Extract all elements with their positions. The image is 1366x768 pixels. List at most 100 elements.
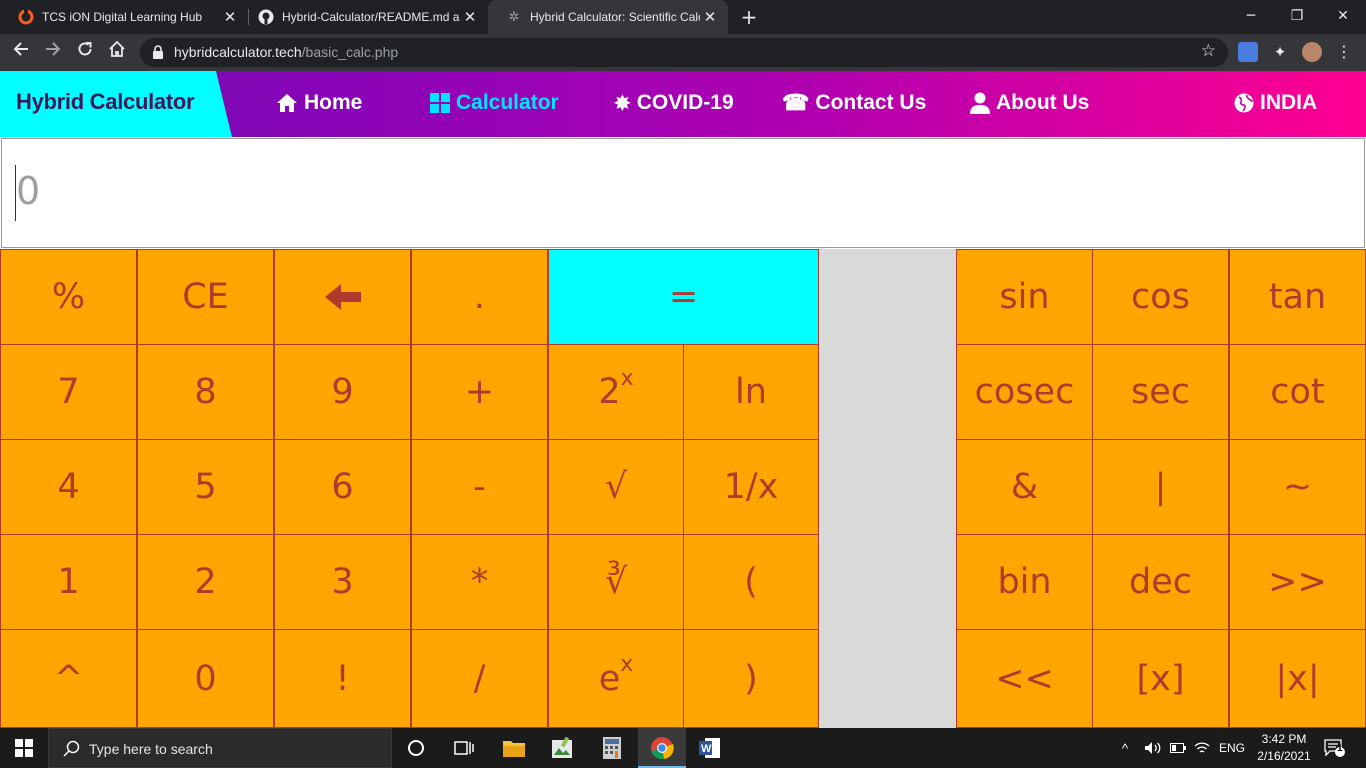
restore-button[interactable]: ❐ (1274, 0, 1320, 34)
taskbar-search-box[interactable]: Type here to search (48, 728, 392, 768)
close-tab-icon[interactable]: ✕ (700, 8, 720, 26)
nav-home[interactable]: Home (276, 89, 362, 117)
menu-kebab-icon[interactable]: ⋮ (1334, 42, 1354, 62)
key-9[interactable]: 9 (274, 344, 411, 440)
calculator-app-icon[interactable] (600, 736, 624, 760)
user-icon (970, 92, 990, 114)
start-button[interactable] (0, 728, 48, 768)
calculator-display[interactable]: 0 (1, 138, 1365, 248)
key-sec[interactable]: sec (1092, 344, 1229, 440)
google-translate-icon[interactable] (1238, 42, 1258, 62)
chrome-icon[interactable] (650, 736, 674, 760)
key-sin[interactable]: sin (956, 249, 1093, 345)
key-bitwise-and[interactable]: & (956, 439, 1093, 535)
key-ln[interactable]: ln (683, 344, 819, 440)
key-percent[interactable]: % (0, 249, 137, 345)
minimize-button[interactable]: ─ (1228, 0, 1274, 34)
task-view-icon[interactable] (452, 736, 476, 760)
key-0[interactable]: 0 (137, 629, 274, 728)
key-left-shift[interactable]: << (956, 629, 1093, 728)
key-minus[interactable]: - (411, 439, 548, 535)
key-decimal[interactable]: . (411, 249, 548, 345)
tab-hybrid-calculator[interactable]: ✲ Hybrid Calculator: Scientific Calcu ✕ (488, 0, 728, 34)
tray-overflow-icon[interactable]: ^ (1122, 728, 1128, 768)
nav-contact-us[interactable]: ☎ Contact Us (782, 89, 926, 117)
site-navbar: Hybrid Calculator Home Calculator ✸ COVI… (0, 71, 1366, 137)
key-power[interactable]: ^ (0, 629, 137, 728)
volume-icon[interactable] (1144, 728, 1162, 768)
tab-tcs-ion[interactable]: TCS iON Digital Learning Hub ✕ (0, 0, 248, 34)
cortana-icon[interactable] (404, 736, 428, 760)
key-cosec[interactable]: cosec (956, 344, 1093, 440)
back-button[interactable] (8, 40, 34, 66)
key-3[interactable]: 3 (274, 534, 411, 630)
key-clear-entry[interactable]: CE (137, 249, 274, 345)
forward-button[interactable] (40, 40, 66, 66)
close-window-button[interactable]: ✕ (1320, 0, 1366, 34)
brand-logo[interactable]: Hybrid Calculator (0, 71, 232, 137)
key-2[interactable]: 2 (137, 534, 274, 630)
new-tab-button[interactable]: + (738, 5, 760, 29)
key-square-root[interactable]: √ (548, 439, 684, 535)
nav-about-us[interactable]: About Us (970, 89, 1089, 117)
key-right-shift[interactable]: >> (1229, 534, 1366, 630)
key-5[interactable]: 5 (137, 439, 274, 535)
nav-india[interactable]: INDIA (1234, 89, 1317, 117)
url-path: /basic_calc.php (301, 44, 399, 60)
nav-calculator[interactable]: Calculator (430, 89, 559, 117)
reload-button[interactable] (72, 40, 98, 66)
key-1[interactable]: 1 (0, 534, 137, 630)
extensions-puzzle-icon[interactable]: ✦ (1270, 42, 1290, 62)
close-tab-icon[interactable]: ✕ (460, 8, 480, 26)
search-icon (63, 740, 80, 757)
profile-avatar[interactable] (1302, 42, 1322, 62)
bookmark-star-icon[interactable]: ☆ (1201, 41, 1216, 61)
key-dec[interactable]: dec (1092, 534, 1229, 630)
word-icon[interactable]: W (698, 736, 722, 760)
key-bitwise-or[interactable]: | (1092, 439, 1229, 535)
key-equals[interactable]: = (548, 249, 819, 345)
photo-editor-icon[interactable] (550, 736, 574, 760)
notification-center-icon[interactable]: 1 (1324, 728, 1346, 768)
key-open-paren[interactable]: ( (683, 534, 819, 630)
key-cot[interactable]: cot (1229, 344, 1366, 440)
file-explorer-icon[interactable] (502, 736, 526, 760)
language-indicator[interactable]: ENG (1219, 728, 1245, 768)
key-backspace[interactable] (274, 249, 411, 345)
key-exponent: x (620, 365, 634, 391)
key-multiply[interactable]: * (411, 534, 548, 630)
tab-github-readme[interactable]: Hybrid-Calculator/README.md a ✕ (240, 0, 488, 34)
address-bar[interactable]: hybridcalculator.tech/basic_calc.php ☆ (140, 38, 1228, 67)
url-domain: hybridcalculator.tech (174, 44, 302, 60)
battery-icon[interactable] (1170, 728, 1186, 768)
home-button[interactable] (104, 40, 130, 66)
close-tab-icon[interactable]: ✕ (220, 8, 240, 26)
key-divide[interactable]: / (411, 629, 548, 728)
key-reciprocal[interactable]: 1/x (683, 439, 819, 535)
key-two-power-x[interactable]: 2x (548, 344, 684, 440)
key-4[interactable]: 4 (0, 439, 137, 535)
key-cube-root[interactable]: ∛ (548, 534, 684, 630)
key-6[interactable]: 6 (274, 439, 411, 535)
key-plus[interactable]: + (411, 344, 548, 440)
key-bitwise-not[interactable]: ~ (1229, 439, 1366, 535)
key-7[interactable]: 7 (0, 344, 137, 440)
key-bin[interactable]: bin (956, 534, 1093, 630)
key-base: e (598, 658, 621, 699)
tab-title: Hybrid-Calculator/README.md a (282, 10, 460, 24)
key-floor[interactable]: [x] (1092, 629, 1229, 728)
key-e-power-x[interactable]: ex (548, 629, 684, 728)
key-close-paren[interactable]: ) (683, 629, 819, 728)
key-8[interactable]: 8 (137, 344, 274, 440)
key-cos[interactable]: cos (1092, 249, 1229, 345)
system-clock[interactable]: 3:42 PM 2/16/2021 (1246, 731, 1322, 765)
wifi-icon[interactable] (1194, 728, 1210, 768)
svg-text:W: W (701, 743, 712, 755)
nav-covid19[interactable]: ✸ COVID-19 (614, 89, 734, 117)
nav-label: COVID-19 (636, 91, 734, 114)
clock-date: 2/16/2021 (1257, 749, 1311, 763)
key-absolute[interactable]: |x| (1229, 629, 1366, 728)
key-tan[interactable]: tan (1229, 249, 1366, 345)
key-factorial[interactable]: ! (274, 629, 411, 728)
nav-label: Home (304, 91, 363, 114)
